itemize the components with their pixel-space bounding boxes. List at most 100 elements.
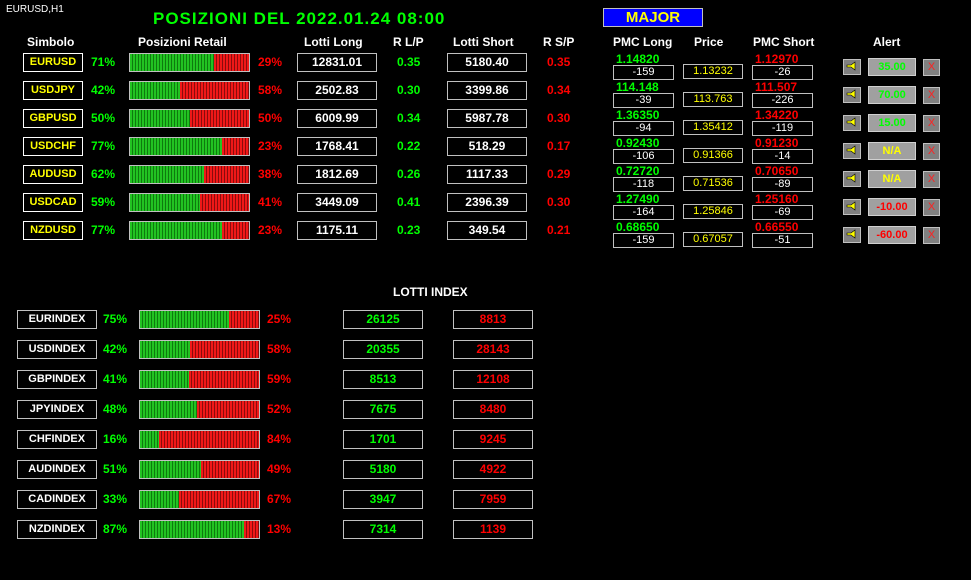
symbol-button[interactable]: NZDUSD — [23, 221, 83, 240]
retail-position-bar — [129, 165, 250, 184]
price-value: 1.25846 — [683, 204, 743, 219]
page-title: POSIZIONI DEL 2022.01.24 08:00 — [153, 9, 446, 28]
index-button[interactable]: EURINDEX — [17, 310, 97, 329]
symbol-button[interactable]: USDCAD — [23, 193, 83, 212]
pmc-long-value: 0.68650 — [616, 220, 660, 234]
pmc-short-diff: -89 — [752, 177, 813, 192]
close-icon: X — [927, 89, 936, 101]
price-value: 113.763 — [683, 92, 743, 107]
long-bar-fill — [130, 138, 222, 155]
chart-symbol-label: EURUSD,H1 — [6, 4, 64, 15]
index-short-percent: 13% — [267, 522, 292, 536]
price-value: 1.35412 — [683, 120, 743, 135]
price-value: 0.67057 — [683, 232, 743, 247]
alert-remove-button[interactable]: X — [923, 227, 940, 244]
pmc-long-diff: -39 — [613, 93, 674, 108]
long-percent: 77% — [91, 139, 116, 153]
index-button[interactable]: CADINDEX — [17, 490, 97, 509]
index-button[interactable]: AUDINDEX — [17, 460, 97, 479]
alert-value[interactable]: 35.00 — [868, 58, 916, 76]
index-position-bar — [139, 520, 260, 539]
lotti-long-value: 1812.69 — [297, 165, 377, 184]
pmc-long-diff: -106 — [613, 149, 674, 164]
long-bar-fill — [130, 222, 222, 239]
index-short-percent: 58% — [267, 342, 292, 356]
short-bar-fill — [203, 166, 249, 183]
header-pmc-long: PMC Long — [613, 35, 673, 49]
long-bar-fill — [140, 401, 198, 418]
bell-icon — [846, 198, 858, 216]
short-bar-fill — [179, 82, 249, 99]
symbol-button[interactable]: EURUSD — [23, 53, 83, 72]
alert-bell-button[interactable] — [843, 199, 861, 215]
alert-value[interactable]: 15.00 — [868, 114, 916, 132]
alert-bell-button[interactable] — [843, 59, 861, 75]
short-bar-fill — [200, 194, 249, 211]
alert-bell-button[interactable] — [843, 171, 861, 187]
alert-bell-button[interactable] — [843, 143, 861, 159]
rlp-value: 0.34 — [397, 111, 421, 125]
index-short-percent: 84% — [267, 432, 292, 446]
rlp-value: 0.23 — [397, 223, 421, 237]
header-posizioni-retail: Posizioni Retail — [138, 35, 227, 49]
pmc-short-value: 0.66550 — [755, 220, 799, 234]
alert-value[interactable]: N/A — [868, 170, 916, 188]
alert-value[interactable]: N/A — [868, 142, 916, 160]
short-percent: 50% — [258, 111, 283, 125]
long-percent: 62% — [91, 167, 116, 181]
index-button[interactable]: USDINDEX — [17, 340, 97, 359]
alert-bell-button[interactable] — [843, 115, 861, 131]
short-percent: 23% — [258, 139, 283, 153]
alert-remove-button[interactable]: X — [923, 143, 940, 160]
index-button[interactable]: CHFINDEX — [17, 430, 97, 449]
header-rlp: R L/P — [393, 35, 424, 49]
alert-remove-button[interactable]: X — [923, 115, 940, 132]
symbol-button[interactable]: USDJPY — [23, 81, 83, 100]
index-button[interactable]: GBPINDEX — [17, 370, 97, 389]
alert-value[interactable]: -10.00 — [868, 198, 916, 216]
symbol-button[interactable]: AUDUSD — [23, 165, 83, 184]
alert-remove-button[interactable]: X — [923, 199, 940, 216]
rsp-value: 0.30 — [547, 195, 571, 209]
alert-bell-button[interactable] — [843, 227, 861, 243]
index-short-lots: 8480 — [453, 400, 533, 419]
alert-remove-button[interactable]: X — [923, 59, 940, 76]
alert-remove-button[interactable]: X — [923, 87, 940, 104]
pmc-long-diff: -159 — [613, 65, 674, 80]
rsp-value: 0.30 — [547, 111, 571, 125]
pmc-short-diff: -26 — [752, 65, 813, 80]
alert-value[interactable]: -60.00 — [868, 226, 916, 244]
index-short-percent: 25% — [267, 312, 292, 326]
rlp-value: 0.35 — [397, 55, 421, 69]
alert-remove-button[interactable]: X — [923, 171, 940, 188]
price-value: 0.71536 — [683, 176, 743, 191]
long-bar-fill — [140, 491, 180, 508]
major-button[interactable]: MAJOR — [603, 8, 703, 27]
alert-bell-button[interactable] — [843, 87, 861, 103]
index-position-bar — [139, 430, 260, 449]
alert-value[interactable]: 70.00 — [868, 86, 916, 104]
short-percent: 58% — [258, 83, 283, 97]
symbol-button[interactable]: USDCHF — [23, 137, 83, 156]
rsp-value: 0.34 — [547, 83, 571, 97]
index-button[interactable]: NZDINDEX — [17, 520, 97, 539]
index-position-bar — [139, 370, 260, 389]
symbol-button[interactable]: GBPUSD — [23, 109, 83, 128]
pmc-short-value: 1.12970 — [755, 52, 799, 66]
pmc-long-value: 0.72720 — [616, 164, 660, 178]
retail-position-bar — [129, 109, 250, 128]
lotti-short-value: 3399.86 — [447, 81, 527, 100]
pmc-long-value: 0.92430 — [616, 136, 660, 150]
header-lotti-short: Lotti Short — [453, 35, 514, 49]
index-short-lots: 7959 — [453, 490, 533, 509]
pmc-short-diff: -51 — [752, 233, 813, 248]
bell-icon — [846, 114, 858, 132]
long-bar-fill — [140, 341, 190, 358]
index-position-bar — [139, 460, 260, 479]
index-long-percent: 51% — [103, 462, 128, 476]
long-bar-fill — [130, 82, 180, 99]
header-pmc-short: PMC Short — [753, 35, 815, 49]
short-bar-fill — [179, 491, 259, 508]
long-bar-fill — [130, 194, 201, 211]
index-button[interactable]: JPYINDEX — [17, 400, 97, 419]
